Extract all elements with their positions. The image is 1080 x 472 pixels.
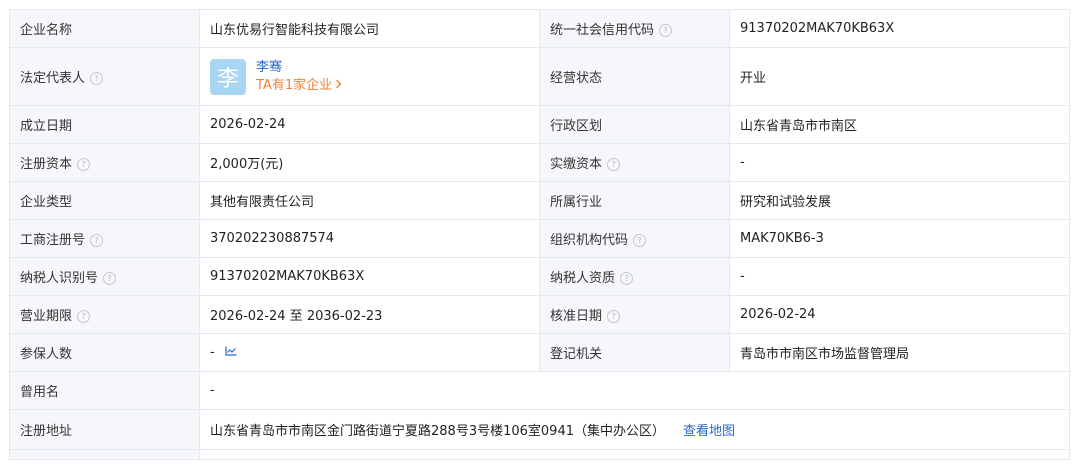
- value-registered-address: 山东省青岛市市南区金门路街道宁夏路288号3号楼106室0941（集中办公区）查…: [199, 409, 1070, 450]
- view-map-link[interactable]: 查看地图: [683, 424, 735, 439]
- label-business-reg-no: 工商注册号?: [9, 219, 200, 258]
- help-circle-icon[interactable]: ?: [103, 272, 117, 285]
- label-registered-address: 注册地址: [9, 409, 200, 450]
- value-admin-region: 山东省青岛市市南区: [729, 105, 1070, 144]
- label-company-type: 企业类型: [9, 181, 200, 220]
- table-row: 企业名称 山东优易行智能科技有限公司 统一社会信用代码? 91370202MAK…: [9, 9, 1070, 48]
- value-credit-code: 91370202MAK70KB63X: [729, 9, 1070, 48]
- value-approval-date: 2026-02-24: [729, 295, 1070, 334]
- value-company-name: 山东优易行智能科技有限公司: [199, 9, 540, 48]
- value-legal-rep: 李 李骞 TA有1家企业: [199, 47, 540, 106]
- label-approval-date: 核准日期?: [539, 295, 730, 334]
- rep-companies-link[interactable]: TA有1家企业: [256, 77, 342, 95]
- value-insured-count: -: [199, 333, 540, 372]
- value-business-term: 2026-02-24 至 2036-02-23: [199, 295, 540, 334]
- label-paid-capital: 实缴资本?: [539, 143, 730, 182]
- label-industry: 所属行业: [539, 181, 730, 220]
- help-circle-icon[interactable]: ?: [607, 310, 621, 323]
- company-info-table: 企业名称 山东优易行智能科技有限公司 统一社会信用代码? 91370202MAK…: [9, 9, 1070, 460]
- label-insured-count: 参保人数: [9, 333, 200, 372]
- label-legal-rep: 法定代表人?: [9, 47, 200, 106]
- label-taxpayer-id: 纳税人识别号?: [9, 257, 200, 296]
- table-row: 营业期限? 2026-02-24 至 2036-02-23 核准日期? 2026…: [9, 295, 1070, 334]
- value-registration-authority: 青岛市市南区市场监督管理局: [729, 333, 1070, 372]
- value-established-date: 2026-02-24: [199, 105, 540, 144]
- table-row: 注册地址 山东省青岛市市南区金门路街道宁夏路288号3号楼106室0941（集中…: [9, 409, 1070, 450]
- value-taxpayer-qualification: -: [729, 257, 1070, 296]
- table-row: 参保人数 - 登记机关 青岛市市南区市场监督管理局: [9, 333, 1070, 372]
- value-former-name: -: [199, 371, 1070, 410]
- table-row: [9, 449, 1070, 460]
- value-org-code: MAK70KB6-3: [729, 219, 1070, 258]
- table-row: 曾用名 -: [9, 371, 1070, 410]
- table-row: 企业类型 其他有限责任公司 所属行业 研究和试验发展: [9, 181, 1070, 220]
- label-former-name: 曾用名: [9, 371, 200, 410]
- legal-rep-text: 李骞 TA有1家企业: [256, 59, 342, 95]
- value-business-reg-no: 370202230887574: [199, 219, 540, 258]
- table-row: 成立日期 2026-02-24 行政区划 山东省青岛市市南区: [9, 105, 1070, 144]
- value-operating-status: 开业: [729, 47, 1070, 106]
- chevron-right-icon: [336, 79, 342, 88]
- label-established-date: 成立日期: [9, 105, 200, 144]
- help-circle-icon[interactable]: ?: [659, 24, 673, 37]
- label-company-name: 企业名称: [9, 9, 200, 48]
- help-circle-icon[interactable]: ?: [620, 272, 634, 285]
- label-registration-authority: 登记机关: [539, 333, 730, 372]
- table-row: 法定代表人? 李 李骞 TA有1家企业 经营状态 开业: [9, 47, 1070, 106]
- value-registered-capital: 2,000万(元): [199, 143, 540, 182]
- avatar[interactable]: 李: [210, 58, 246, 95]
- value-taxpayer-id: 91370202MAK70KB63X: [199, 257, 540, 296]
- label-operating-status: 经营状态: [539, 47, 730, 106]
- table-row: 注册资本? 2,000万(元) 实缴资本? -: [9, 143, 1070, 182]
- help-circle-icon[interactable]: ?: [77, 310, 91, 323]
- help-circle-icon[interactable]: ?: [633, 234, 647, 247]
- label-org-code: 组织机构代码?: [539, 219, 730, 258]
- value-industry: 研究和试验发展: [729, 181, 1070, 220]
- table-row: 工商注册号? 370202230887574 组织机构代码? MAK70KB6-…: [9, 219, 1070, 258]
- legal-rep-name-link[interactable]: 李骞: [256, 59, 342, 77]
- value-paid-capital: -: [729, 143, 1070, 182]
- label-credit-code: 统一社会信用代码?: [539, 9, 730, 48]
- trend-chart-icon[interactable]: [225, 346, 237, 356]
- rep-companies-label: TA有1家企业: [256, 77, 333, 93]
- value-cell: [199, 449, 1070, 460]
- value-company-type: 其他有限责任公司: [199, 181, 540, 220]
- legal-rep-block: 李 李骞 TA有1家企业: [210, 58, 529, 95]
- label-business-term: 营业期限?: [9, 295, 200, 334]
- label-registered-capital: 注册资本?: [9, 143, 200, 182]
- table-row: 纳税人识别号? 91370202MAK70KB63X 纳税人资质? -: [9, 257, 1070, 296]
- help-circle-icon[interactable]: ?: [607, 158, 621, 171]
- help-circle-icon[interactable]: ?: [77, 158, 91, 171]
- help-circle-icon[interactable]: ?: [90, 72, 104, 85]
- label-cell: [9, 449, 200, 460]
- label-admin-region: 行政区划: [539, 105, 730, 144]
- label-taxpayer-qualification: 纳税人资质?: [539, 257, 730, 296]
- help-circle-icon[interactable]: ?: [90, 234, 104, 247]
